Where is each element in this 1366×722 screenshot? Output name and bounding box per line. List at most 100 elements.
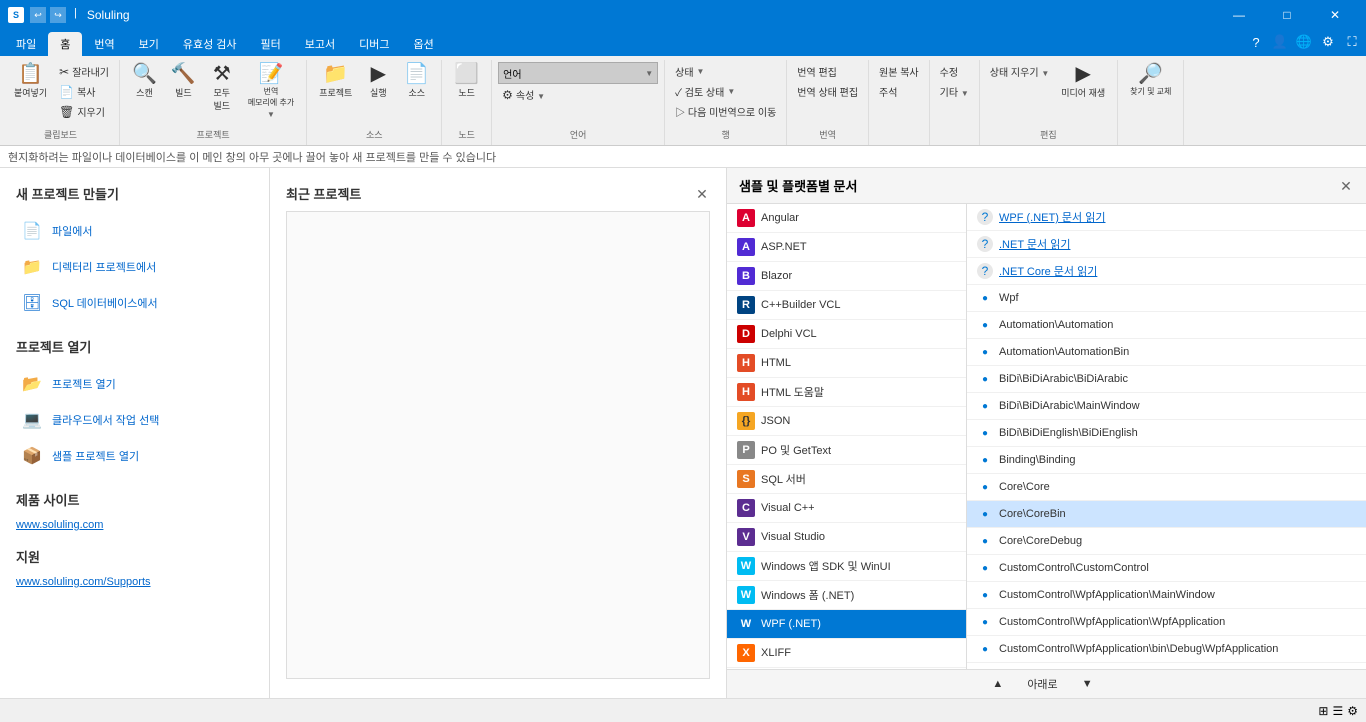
- support-link[interactable]: www.soluling.com/Supports: [16, 576, 253, 588]
- category-item-po[interactable]: PPO 및 GetText: [727, 436, 966, 465]
- sample-icon: ●: [977, 614, 993, 630]
- recent-close-button[interactable]: ✕: [694, 186, 710, 202]
- nav-down-button[interactable]: ▼: [1074, 676, 1101, 692]
- tab-report[interactable]: 보고서: [293, 32, 347, 56]
- build-button[interactable]: 🔨 빌드: [165, 62, 202, 101]
- sample-item[interactable]: ●CustomControl\WpfApplication\WpfApplica…: [967, 609, 1366, 636]
- scan-button[interactable]: 🔍 스캔: [126, 62, 163, 101]
- media-play-button[interactable]: ▶ 미디어 재생: [1055, 62, 1111, 101]
- tab-filter[interactable]: 필터: [249, 32, 293, 56]
- category-item-win-forms[interactable]: WWindows 폼 (.NET): [727, 581, 966, 610]
- user-icon[interactable]: 👤: [1270, 32, 1290, 52]
- tab-debug[interactable]: 디버그: [347, 32, 401, 56]
- settings-icon[interactable]: ⚙: [1318, 32, 1338, 52]
- language-selector[interactable]: 언어 ▼: [498, 62, 658, 84]
- maximize-button[interactable]: □: [1264, 0, 1310, 30]
- undo-button[interactable]: ↩: [30, 7, 46, 23]
- category-item-vcpp[interactable]: CVisual C++: [727, 494, 966, 523]
- sample-item[interactable]: ●Core\Core: [967, 474, 1366, 501]
- sample-item[interactable]: ●CustomControl\CustomControl: [967, 555, 1366, 582]
- sample-item[interactable]: ●BiDi\BiDiArabic\MainWindow: [967, 393, 1366, 420]
- close-button[interactable]: ✕: [1312, 0, 1358, 30]
- recent-projects-list: [286, 211, 710, 679]
- new-from-sql-button[interactable]: 🗄 SQL 데이터베이스에서: [16, 285, 253, 321]
- sample-item[interactable]: ●Wpf: [967, 285, 1366, 312]
- sample-project-button[interactable]: 📦 샘플 프로젝트 열기: [16, 438, 253, 474]
- node-icon: ⬜: [454, 64, 479, 84]
- minimize-button[interactable]: —: [1216, 0, 1262, 30]
- category-item-asp[interactable]: AASP.NET: [727, 233, 966, 262]
- original-copy-button[interactable]: 원본 복사: [875, 62, 923, 81]
- sample-item[interactable]: ●Core\CoreDebug: [967, 528, 1366, 555]
- category-item-cpp[interactable]: RC++Builder VCL: [727, 291, 966, 320]
- copy-button[interactable]: 📄 복사: [55, 82, 113, 101]
- modify-button[interactable]: 수정: [936, 62, 973, 81]
- paste-button[interactable]: 📋 붙여넣기: [8, 62, 53, 101]
- cut-button[interactable]: ✂ 잘라내기: [55, 62, 113, 81]
- trans-edit-button[interactable]: 번역 편집: [793, 62, 862, 81]
- sample-item[interactable]: ●Binding\Binding: [967, 447, 1366, 474]
- new-from-file-button[interactable]: 📄 파일에서: [16, 213, 253, 249]
- build-icon: 🔨: [171, 64, 196, 84]
- category-item-sql[interactable]: SSQL 서버: [727, 465, 966, 494]
- category-item-json[interactable]: {}JSON: [727, 407, 966, 436]
- help-icon[interactable]: ?: [1246, 32, 1266, 52]
- status-button[interactable]: 상태 ▼: [671, 62, 780, 81]
- tab-home[interactable]: 홈: [48, 32, 82, 56]
- new-from-dir-button[interactable]: 📁 디렉터리 프로젝트에서: [16, 249, 253, 285]
- network-icon[interactable]: 🌐: [1294, 32, 1314, 52]
- sample-item[interactable]: ●BiDi\BiDiEnglish\BiDiEnglish: [967, 420, 1366, 447]
- expand-icon[interactable]: ⛶: [1342, 32, 1362, 52]
- tab-validation[interactable]: 유효성 검사: [171, 32, 249, 56]
- sample-item[interactable]: ?WPF (.NET) 문서 읽기: [967, 204, 1366, 231]
- tab-options[interactable]: 옵션: [402, 32, 446, 56]
- sample-item[interactable]: ?.NET 문서 읽기: [967, 231, 1366, 258]
- sample-item[interactable]: ●Core\CoreBin: [967, 501, 1366, 528]
- ribbon-toolbar: 📋 붙여넣기 ✂ 잘라내기 📄 복사 🗑 지우기 클립보드: [0, 56, 1366, 146]
- open-project-button[interactable]: 📂 프로젝트 열기: [16, 366, 253, 402]
- category-item-wpf[interactable]: WWPF (.NET): [727, 610, 966, 639]
- product-link[interactable]: www.soluling.com: [16, 519, 253, 531]
- sample-icon: ?: [977, 263, 993, 279]
- ribbon-group-language: 언어 ▼ ⚙ 속성 ▼ 언어: [492, 60, 665, 145]
- build-all-button[interactable]: ⚒ 모두빌드: [204, 62, 240, 114]
- project2-button[interactable]: 📁 프로젝트: [313, 62, 358, 101]
- check-status-button[interactable]: ✓ 검토 상태 ▼: [671, 82, 780, 101]
- status-settings-icon[interactable]: ⚙: [1347, 704, 1358, 718]
- add-memory-button[interactable]: 📝 번역메모리에 추가 ▼: [242, 62, 300, 121]
- category-item-delphi[interactable]: DDelphi VCL: [727, 320, 966, 349]
- delete-button[interactable]: 🗑 지우기: [55, 102, 113, 121]
- tab-view[interactable]: 보기: [127, 32, 171, 56]
- redo-button[interactable]: ↪: [50, 7, 66, 23]
- category-item-angular[interactable]: AAngular: [727, 204, 966, 233]
- run-button[interactable]: ▶ 실행: [360, 62, 396, 101]
- next-trans-button[interactable]: ▷ 다음 미번역으로 이동: [671, 102, 780, 121]
- sample-item[interactable]: ●BiDi\BiDiArabic\BiDiArabic: [967, 366, 1366, 393]
- sample-item[interactable]: ●Automation\Automation: [967, 312, 1366, 339]
- status-grid-icon[interactable]: ⊞: [1318, 704, 1328, 718]
- nav-up-button[interactable]: ▲: [984, 676, 1011, 692]
- cloud-work-button[interactable]: 💻 클라우드에서 작업 선택: [16, 402, 253, 438]
- comment-button[interactable]: 주석: [875, 82, 923, 101]
- category-item-vs[interactable]: VVisual Studio: [727, 523, 966, 552]
- trans-status-button[interactable]: 번역 상태 편집: [793, 82, 862, 101]
- category-item-blazor[interactable]: BBlazor: [727, 262, 966, 291]
- properties-button[interactable]: ⚙ 속성 ▼: [498, 85, 658, 104]
- node-button[interactable]: ⬜ 노드: [448, 62, 485, 101]
- tab-file[interactable]: 파일: [4, 32, 48, 56]
- category-item-win-app[interactable]: WWindows 앱 SDK 및 WinUI: [727, 552, 966, 581]
- sample-item[interactable]: ●Automation\AutomationBin: [967, 339, 1366, 366]
- category-item-xliff[interactable]: XXLIFF: [727, 639, 966, 668]
- sample-item[interactable]: ●CustomControl\WpfApplication\MainWindow: [967, 582, 1366, 609]
- category-item-html-help[interactable]: HHTML 도움말: [727, 378, 966, 407]
- other-button[interactable]: 기타 ▼: [936, 82, 973, 101]
- status-list-icon[interactable]: ☰: [1332, 704, 1343, 718]
- tab-translate[interactable]: 번역: [82, 32, 126, 56]
- samples-close-button[interactable]: ✕: [1338, 178, 1354, 194]
- sample-item[interactable]: ?.NET Core 문서 읽기: [967, 258, 1366, 285]
- sample-item[interactable]: ●CustomControl\WpfApplication\bin\Debug\…: [967, 636, 1366, 663]
- source-button[interactable]: 📄 소스: [398, 62, 435, 101]
- find-replace-button[interactable]: 🔎 찾기 및 교체: [1124, 62, 1177, 99]
- state-erase-button[interactable]: 상태 지우기 ▼: [986, 62, 1053, 81]
- category-item-html[interactable]: HHTML: [727, 349, 966, 378]
